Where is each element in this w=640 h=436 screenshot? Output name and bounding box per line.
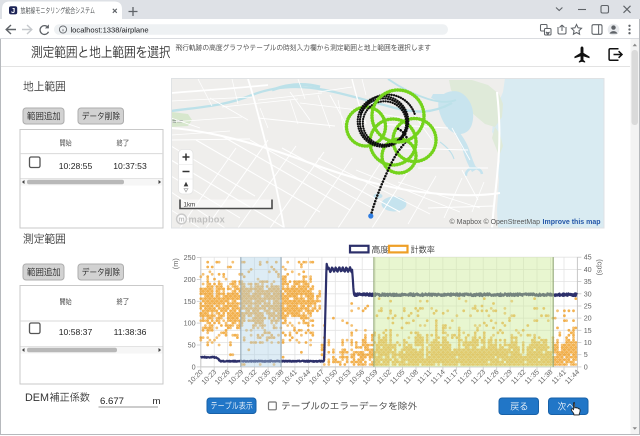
- svg-text:15: 15: [584, 326, 592, 335]
- svg-text:45: 45: [584, 253, 592, 262]
- svg-text:40: 40: [584, 265, 592, 274]
- svg-text:25: 25: [584, 301, 592, 310]
- svg-text:© Mapbox © OpenStreetMap: © Mapbox © OpenStreetMap: [450, 218, 541, 226]
- svg-text:0: 0: [192, 362, 196, 371]
- svg-text:250: 250: [184, 253, 196, 262]
- svg-text:50: 50: [188, 341, 196, 350]
- svg-text:6.677: 6.677: [100, 396, 124, 407]
- svg-text:200: 200: [184, 275, 196, 284]
- svg-text:20: 20: [584, 314, 592, 323]
- svg-text:35: 35: [584, 277, 592, 286]
- svg-text:m: m: [153, 396, 161, 407]
- svg-text:(m): (m): [171, 258, 180, 269]
- svg-text:mapbox: mapbox: [189, 214, 226, 224]
- svg-text:150: 150: [184, 297, 196, 306]
- svg-text:100: 100: [184, 319, 196, 328]
- svg-text:10:28:55: 10:28:55: [59, 161, 93, 171]
- svg-text:J: J: [11, 6, 15, 15]
- svg-text:1km: 1km: [184, 201, 196, 208]
- svg-text:10: 10: [584, 338, 592, 347]
- svg-text:Improve this map: Improve this map: [543, 219, 601, 226]
- svg-text:(cps): (cps): [595, 259, 604, 275]
- svg-text:0: 0: [584, 362, 588, 371]
- svg-text:11:38:36: 11:38:36: [114, 327, 147, 337]
- svg-text:m: m: [178, 217, 184, 224]
- svg-text:5: 5: [584, 350, 588, 359]
- svg-text:10:58:37: 10:58:37: [59, 327, 93, 337]
- svg-text:30: 30: [584, 289, 592, 298]
- svg-text:10:37:53: 10:37:53: [113, 161, 147, 171]
- svg-text:localhost:1338/airplane: localhost:1338/airplane: [71, 25, 149, 34]
- svg-text:DEM: DEM: [25, 392, 49, 404]
